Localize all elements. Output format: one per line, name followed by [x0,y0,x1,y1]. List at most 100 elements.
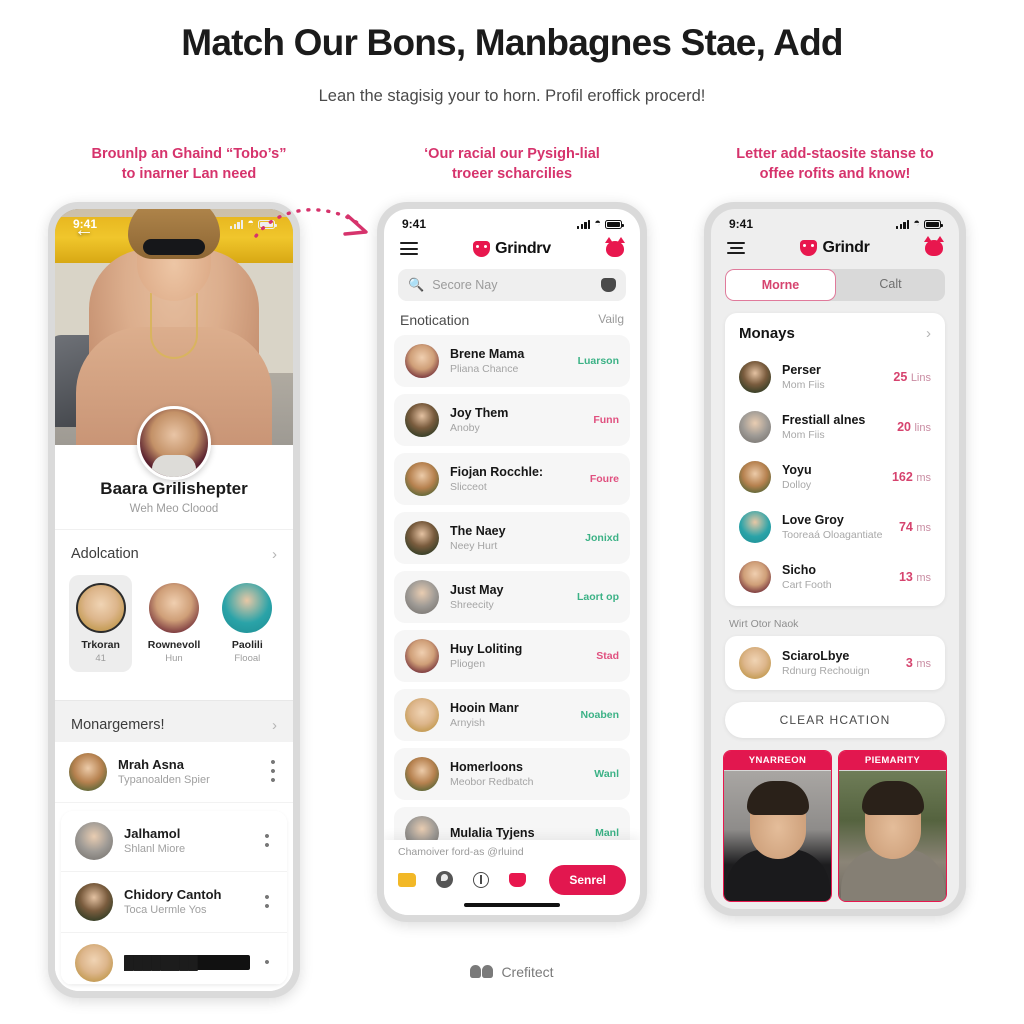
info-icon[interactable] [473,871,489,888]
list-item[interactable]: Chidory Cantoh Toca Uermle Yos • • [61,871,287,933]
signal-icon [230,220,244,230]
list-item[interactable]: The Naey Neey Hurt Jonixd [394,511,630,564]
list-item[interactable]: Brene Mama Pliana Chance Luarson [394,334,630,387]
profile-name: Baara Grilishepter [100,478,248,498]
row-avatar [739,410,771,443]
clear-button[interactable]: CLEAR HCATION [725,701,945,738]
contact-subtitle: Typanoalden Spier [118,774,210,787]
more-options-icon[interactable]: • • [261,829,273,853]
app-brand: Grindrv [473,240,551,258]
list-item[interactable]: Just May Shreecity Laort op [394,570,630,623]
folder-icon[interactable] [398,872,416,887]
minicard[interactable]: PIEMARITY [838,749,947,902]
more-options-icon[interactable]: • • [261,890,273,914]
page-subtitle: Lean the stagisig your to horn. Profil e… [318,86,706,105]
row-subtitle: Slicceot [450,480,487,493]
table-row[interactable]: Sicho Cart Footh 13 ms [725,552,945,606]
signal-icon [577,220,591,230]
list-item[interactable]: Hooin Manr Arnyish Noaben [394,688,630,741]
tab-morne[interactable]: Morne [725,268,836,301]
hamburger-icon[interactable] [400,239,418,259]
row-avatar [405,520,439,555]
devil-icon[interactable] [924,235,944,256]
list-item[interactable]: Homerloons Meobor Redbatch Wanl [394,747,630,800]
chevron-right-icon: › [272,545,277,563]
status-icons: ◓ [896,218,943,230]
search-placeholder: Secore Nay [432,277,498,292]
row-name: Love Groy [782,512,844,527]
table-row[interactable]: Yoyu Dolloy 162 ms [725,452,945,502]
table-row[interactable]: Love Groy Tooreaá Oloagantiate 74 ms [725,502,945,552]
contact-subtitle: Toca Uermle Yos [124,904,207,917]
row-value: 74 ms [898,519,931,534]
app-brand-label: Grindr [822,238,870,256]
row-name: Perser [782,362,821,377]
mask-logo-icon [800,239,818,256]
friend-item[interactable]: Rownevoll Hun [142,575,205,672]
list-item[interactable]: Joy Them Anoby Funn [394,393,630,446]
column-3-caption: Letter add-staosite stanse to offee rofi… [736,145,934,183]
devil-icon[interactable] [604,236,625,257]
section-header-friends[interactable]: Adolcation › [55,528,293,571]
mask-icon[interactable] [509,872,526,887]
status-time: 9:41 [729,216,754,231]
stats-card-header[interactable]: Monays › [725,313,945,352]
status-bar: 9:41 ◓ [711,209,959,235]
send-button[interactable]: Senrel [549,864,626,895]
tab-calt[interactable]: Calt [836,269,945,301]
row-avatar [405,343,439,378]
camera-icon[interactable] [601,277,616,292]
more-options-icon[interactable]: • • • [267,755,279,788]
phone-mockup-profile: 9:41 ◓ ← Baara Grilishepter Weh Meo Cloo… [48,201,300,998]
sunglasses [143,238,205,255]
columns-container: Brounlp an Ghaind “Tobo’s” to inarner La… [0,106,1024,998]
friend-item[interactable]: Paolili Flooal [216,575,279,672]
friend-avatar [148,582,199,633]
row-subtitle: Pliogen [450,657,486,670]
list-item[interactable]: ████████ • [61,932,287,985]
minicard-caption: PIEMARITY [839,750,946,770]
list-item[interactable]: Mrah Asna Typanoalden Spier • • • [55,741,293,803]
row-avatar [739,360,771,393]
friends-row: Trkoran 41 Rownevoll Hun Paolili Flooal [55,571,293,686]
friend-name: Rownevoll [147,638,201,651]
table-row[interactable]: Frestiall alnes Mom Fiis 20 lins [725,402,945,452]
home-indicator [464,902,560,907]
minicard[interactable]: YNARREON [723,749,832,902]
contact-name: Chidory Cantoh [124,887,222,903]
back-button[interactable]: ← [71,217,97,243]
table-row[interactable]: Perser Mom Fiis 25 Lins [725,352,945,402]
swirl-icon[interactable] [436,871,453,889]
row-subtitle: Dolloy [782,478,812,491]
row-value: 20 lins [897,419,931,434]
more-options-icon[interactable]: • [261,955,273,970]
row-tag: Jonixd [585,531,619,544]
dotted-arrow-icon [254,208,368,238]
row-tag: Wanl [594,767,619,780]
search-input[interactable]: 🔍 Secore Nay [398,268,626,301]
row-subtitle: Mom Fiis [782,378,825,391]
contacts-group-card: Jalhamol Shlanl Miore • • Chidory Cantoh … [61,810,287,985]
friend-item[interactable]: Trkoran 41 [69,574,133,672]
row-name: Just May [450,582,504,597]
row-avatar [405,402,439,437]
battery-icon [924,220,943,230]
column-1: Brounlp an Ghaind “Tobo’s” to inarner La… [44,144,334,998]
row-avatar [739,460,771,493]
section-friends-title: Adolcation [71,546,139,563]
phone-3-screen: 9:41 ◓ Grindr Morne Calt Monays › Perser… [711,208,959,909]
filter-icon[interactable] [727,239,745,257]
row-avatar [405,697,439,732]
row-avatar [405,579,439,614]
phone-2-screen: 9:41 ◓ Grindrv 🔍 Secore Nay Enotication … [384,208,640,915]
signal-icon [896,220,910,230]
row-subtitle: Cart Footh [782,578,832,591]
minicard-photo [839,770,946,901]
table-row[interactable]: SciaroLbye Rdnurg Rechouign 3 ms [725,636,945,690]
list-item[interactable]: Huy Loliting Pliogen Stad [394,629,630,682]
list-item[interactable]: Fiojan Rocchle: Slicceot Foure [394,452,630,505]
list-item[interactable]: Jalhamol Shlanl Miore • • [61,810,287,872]
row-avatar [405,638,439,673]
contact-subtitle: Shlanl Miore [124,843,186,856]
section-header-contacts[interactable]: Monargemers! › [55,699,293,742]
